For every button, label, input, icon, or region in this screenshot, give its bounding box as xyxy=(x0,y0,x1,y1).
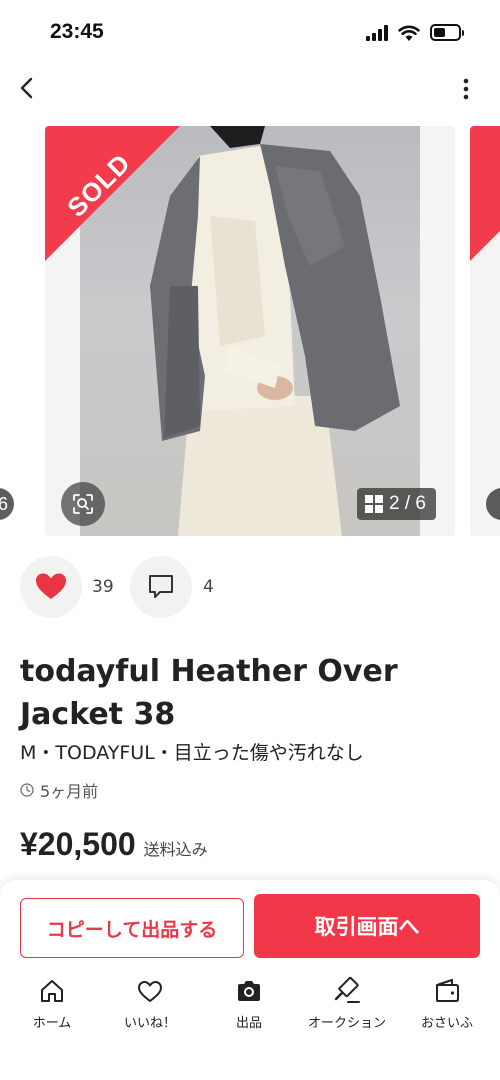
tab-bar: ホーム いいね！ 出品 オークション おさいふ xyxy=(0,976,500,1046)
item-meta: M・TODAYFUL・目立った傷や汚れなし xyxy=(20,742,364,764)
cellular-signal-icon xyxy=(366,25,390,41)
item-title: todayful Heather Over Jacket 38 xyxy=(20,654,398,732)
gavel-icon xyxy=(334,976,360,1003)
tab-home-label: ホーム xyxy=(32,1016,72,1031)
heart-outline-icon xyxy=(138,981,162,1002)
home-icon xyxy=(41,980,63,1002)
wallet-icon xyxy=(436,979,459,1002)
tab-home[interactable]: ホーム xyxy=(7,976,97,1042)
like-count: 39 xyxy=(92,577,114,597)
wifi-icon xyxy=(398,25,420,41)
comment-count: 4 xyxy=(203,577,214,597)
zoom-button[interactable] xyxy=(61,482,105,526)
tab-wallet[interactable]: おさいふ xyxy=(402,976,492,1042)
tab-likes[interactable]: いいね！ xyxy=(105,976,195,1042)
battery-icon xyxy=(430,24,464,41)
more-options-button[interactable] xyxy=(452,74,480,104)
prev-slide-counter: 6 xyxy=(0,488,14,520)
bottom-action-panel: コピーして出品する 取引画面へ ホーム いいね！ 出品 オークション おさいふ xyxy=(0,880,500,1080)
like-button[interactable] xyxy=(20,556,82,618)
posted-time: 5ヶ月前 xyxy=(40,782,99,801)
clock-icon xyxy=(20,783,34,797)
image-carousel[interactable]: 6 SOLD 2 / 6 xyxy=(0,126,500,536)
grid-icon xyxy=(365,495,383,513)
price: ¥20,500 xyxy=(20,826,136,862)
price-row: ¥20,500 送料込み xyxy=(20,826,208,863)
posted-time-row: 5ヶ月前 xyxy=(20,778,98,802)
copy-and-list-button[interactable]: コピーして出品する xyxy=(20,898,244,958)
tab-wallet-label: おさいふ xyxy=(420,1016,473,1031)
heart-icon xyxy=(36,573,66,599)
tab-sell[interactable]: 出品 xyxy=(204,976,294,1042)
tab-sell-label: 出品 xyxy=(235,1016,262,1031)
status-bar: 23:45 xyxy=(0,0,500,60)
image-counter-badge[interactable]: 2 / 6 xyxy=(357,488,436,520)
next-slide-peek[interactable] xyxy=(470,126,500,536)
product-image[interactable]: SOLD 2 / 6 xyxy=(45,126,455,536)
shipping-note: 送料込み xyxy=(143,840,208,859)
comment-button[interactable] xyxy=(130,556,192,618)
comment-icon xyxy=(149,575,173,598)
camera-icon xyxy=(238,981,260,1001)
tab-likes-label: いいね！ xyxy=(123,1016,176,1031)
tab-auction[interactable]: オークション xyxy=(302,976,392,1042)
back-button[interactable] xyxy=(14,74,42,102)
tab-auction-label: オークション xyxy=(307,1016,386,1031)
sold-ribbon-next xyxy=(470,126,500,261)
image-counter-text: 2 / 6 xyxy=(389,493,426,514)
status-time: 23:45 xyxy=(50,20,104,43)
zoom-scan-icon xyxy=(73,494,93,514)
go-to-transaction-button[interactable]: 取引画面へ xyxy=(254,894,480,958)
